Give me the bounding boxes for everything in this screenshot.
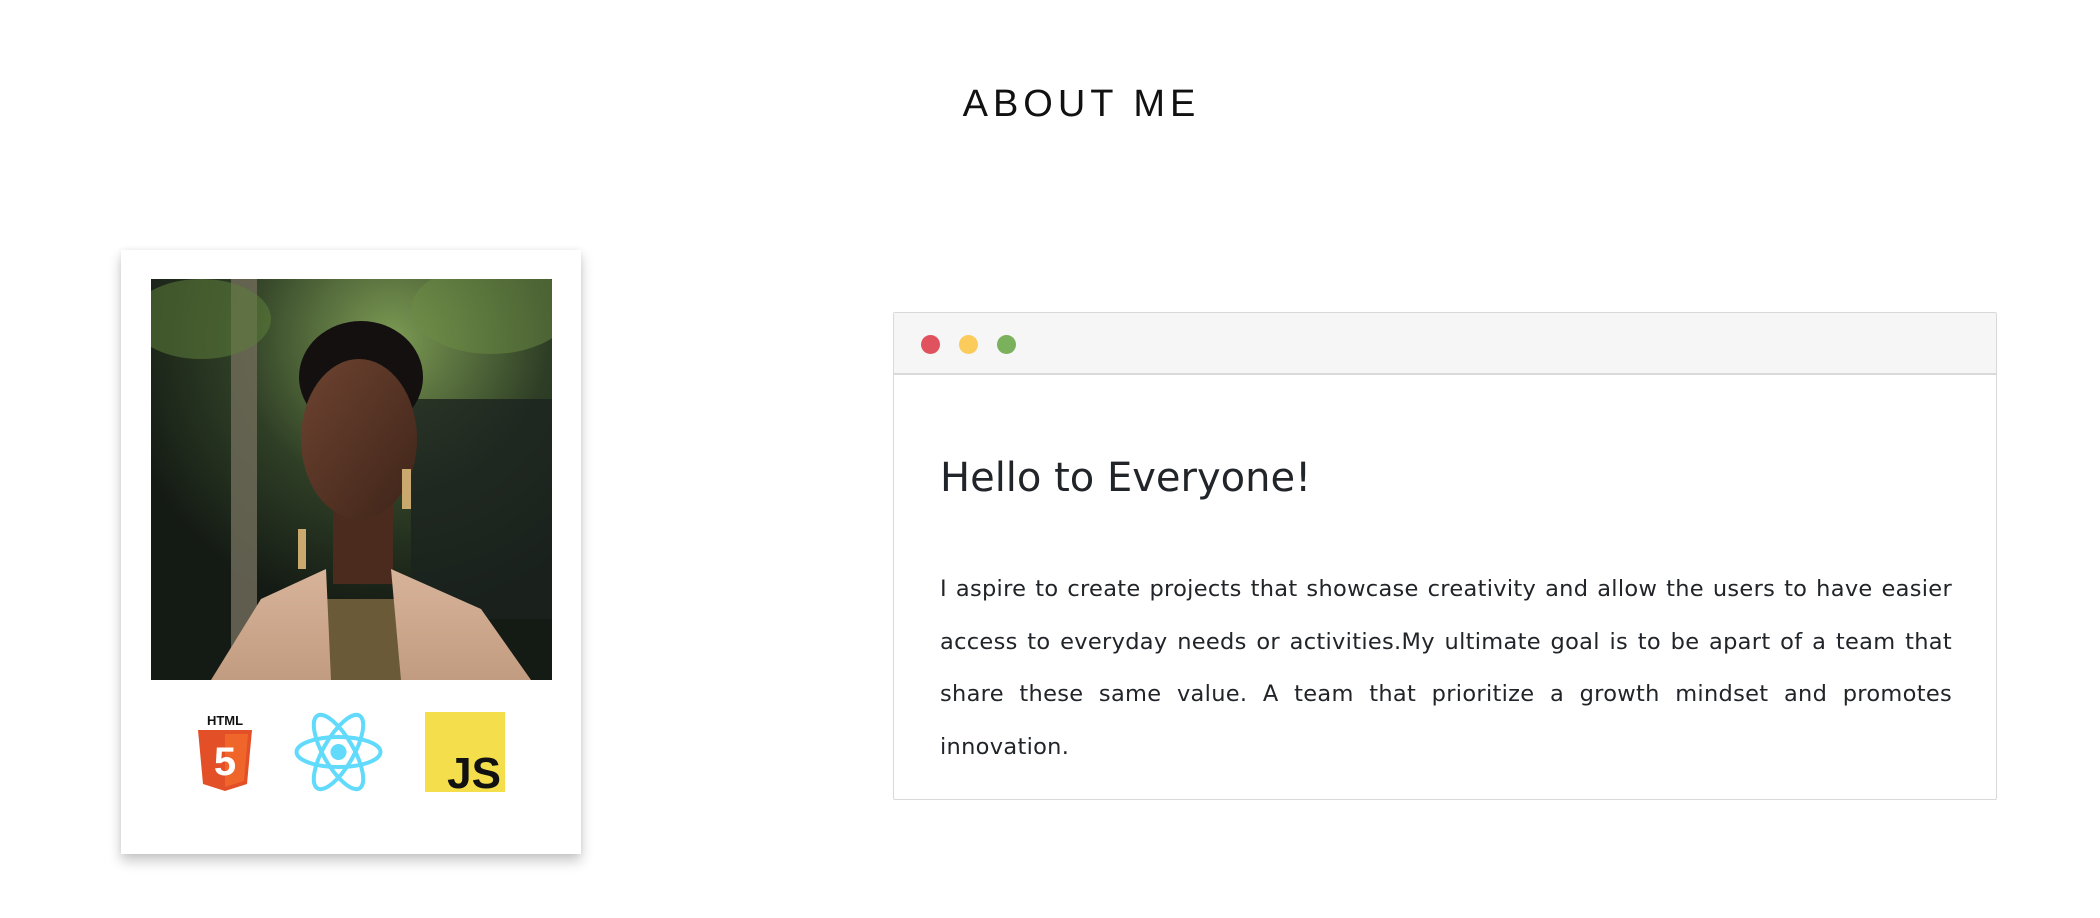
about-window: Hello to Everyone! I aspire to create pr… <box>893 312 1997 800</box>
html5-label: HTML <box>207 713 243 728</box>
react-icon <box>293 712 384 792</box>
profile-photo <box>151 279 552 680</box>
greeting-heading: Hello to Everyone! <box>940 455 1312 501</box>
section-title: ABOUT ME <box>962 83 1201 125</box>
html5-glyph: 5 <box>214 740 236 784</box>
window-title-bar <box>894 313 1996 375</box>
javascript-icon: JS <box>425 712 505 798</box>
about-paragraph: I aspire to create projects that showcas… <box>940 576 1952 760</box>
javascript-label: JS <box>447 749 501 792</box>
window-minimize-dot[interactable] <box>959 335 978 354</box>
window-close-dot[interactable] <box>921 335 940 354</box>
profile-card: HTML 5 JS <box>121 250 581 854</box>
html5-icon: HTML 5 <box>196 712 254 792</box>
window-maximize-dot[interactable] <box>997 335 1016 354</box>
